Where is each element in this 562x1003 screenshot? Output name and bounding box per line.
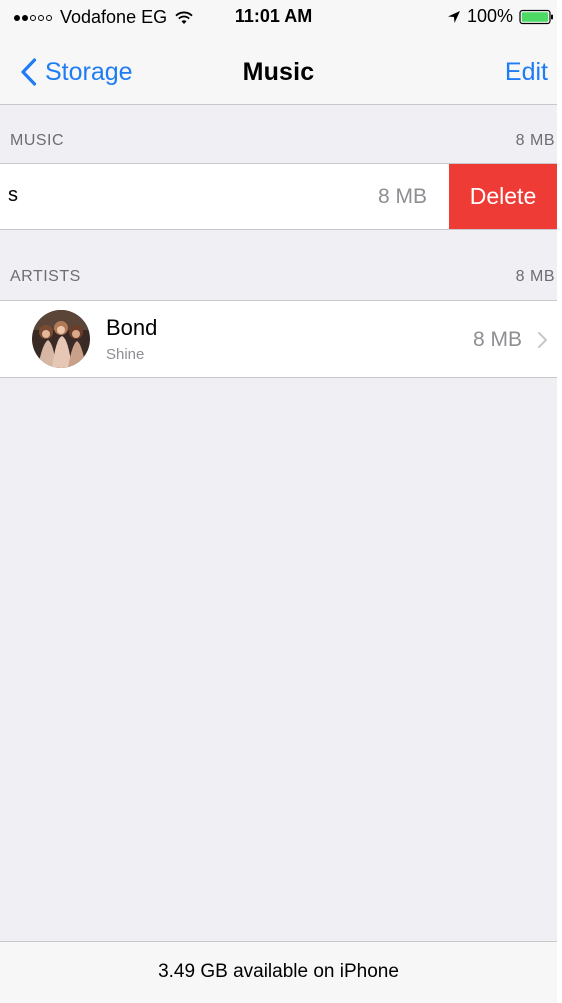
artist-avatar <box>32 310 90 368</box>
battery-icon <box>519 9 553 24</box>
status-bar: Vodafone EG 11:01 AM 100% <box>0 0 557 30</box>
section-title: MUSIC <box>10 132 65 149</box>
page-title: Music <box>242 58 315 86</box>
signal-dot <box>22 14 28 21</box>
location-icon <box>447 10 460 23</box>
signal-dot <box>38 14 44 21</box>
wifi-icon <box>175 11 193 24</box>
settings-screen: Vodafone EG 11:01 AM 100% Storage Music … <box>0 0 557 1003</box>
available-storage-text: 3.49 GB available on iPhone <box>158 961 399 982</box>
artist-photo <box>32 310 90 368</box>
section-header-artists: ARTISTS 8 MB <box>0 241 557 299</box>
row-label-residue: s <box>8 184 18 206</box>
delete-button[interactable]: Delete <box>449 164 557 229</box>
artist-album: Shine <box>106 346 145 363</box>
navigation-bar: Storage Music Edit <box>0 30 557 105</box>
carrier-name: Vodafone EG <box>60 7 168 27</box>
section-title: ARTISTS <box>10 268 81 285</box>
battery-percentage: 100% <box>466 6 513 26</box>
edit-button[interactable]: Edit <box>505 58 548 87</box>
status-left: Vodafone EG <box>14 7 193 28</box>
signal-dot <box>46 14 52 21</box>
artist-name: Bond <box>106 315 158 340</box>
music-row-swiped[interactable]: s 8 MB Delete <box>0 163 557 230</box>
artist-row[interactable]: Bond Shine 8 MB <box>0 300 557 378</box>
section-size: 8 MB <box>515 132 555 149</box>
row-size: 8 MB <box>377 185 427 208</box>
signal-dot <box>30 14 36 21</box>
signal-strength-icon <box>14 14 54 21</box>
chevron-right-icon <box>538 332 547 348</box>
status-right: 100% <box>447 6 557 27</box>
section-header-music: MUSIC 8 MB <box>0 105 557 163</box>
signal-dot <box>14 14 20 21</box>
artist-size: 8 MB <box>472 328 522 351</box>
section-size: 8 MB <box>515 268 555 285</box>
status-time: 11:01 AM <box>234 6 313 26</box>
storage-footer: 3.49 GB available on iPhone <box>0 941 557 1003</box>
